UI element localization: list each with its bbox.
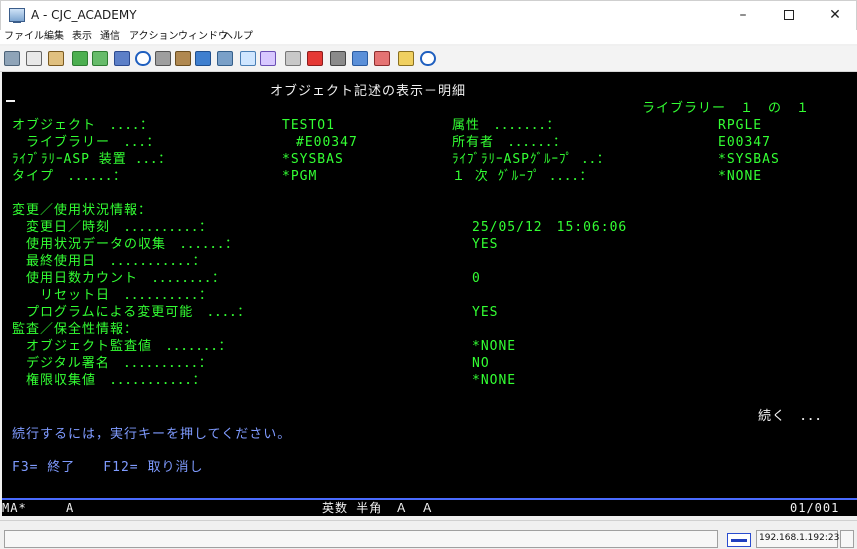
usage-section-header: 変更／使用状況情報： xyxy=(12,203,153,218)
field-value-library: #E00347 xyxy=(282,135,358,150)
stop-icon[interactable] xyxy=(330,51,346,66)
field-value-object-audit: *NONE xyxy=(472,339,517,354)
field-label-asp-group: ﾗｲﾌﾞﾗﾘｰASPｸﾞﾙｰﾌﾟ ．．： xyxy=(452,152,611,167)
status-message: 続行するには，実行キーを押してください。 xyxy=(12,427,292,442)
terminal-screen[interactable]: オブジェクト記述の表示－明細 ライブラリー １ の １ オブジェクト ．．．．：… xyxy=(2,72,857,498)
keyboard-icon[interactable] xyxy=(155,51,171,66)
send-icon[interactable] xyxy=(72,51,88,66)
field-label-reset-date: リセット日 ．．．．．．．．．．： xyxy=(12,288,214,303)
maximize-icon xyxy=(784,10,794,20)
menu-window[interactable]: ウィンドウ xyxy=(178,30,228,44)
field-value-change-datetime: 25/05/12 15:06:06 xyxy=(472,220,628,235)
menu-help[interactable]: ヘルプ xyxy=(223,30,253,44)
field-label-usage-collection: 使用状況データの収集 ．．．．．．： xyxy=(12,237,240,252)
menu-edit[interactable]: 編集 xyxy=(44,30,64,44)
box-icon[interactable] xyxy=(175,51,191,66)
field-label-days-used: 使用日数カウント ．．．．．．．．： xyxy=(12,271,227,286)
field-value-digital-signature: NO xyxy=(472,356,490,371)
status-message-area xyxy=(4,530,718,548)
image-icon[interactable] xyxy=(217,51,233,66)
status-bar: 192.168.1.192:23 xyxy=(0,520,857,549)
oia-mode: A xyxy=(66,501,75,515)
menu-file[interactable]: ファイル xyxy=(4,30,44,44)
minimize-button[interactable]: – xyxy=(720,1,766,30)
field-label-type: タイプ ．．．．．．： xyxy=(12,169,128,184)
maximize-button[interactable] xyxy=(766,1,812,30)
field-value-asp-group: *SYSBAS xyxy=(718,152,780,167)
menu-communication[interactable]: 通信 xyxy=(100,30,120,44)
field-label-object-audit: オブジェクト監査値 ．．．．．．．： xyxy=(12,339,233,354)
clock-icon[interactable] xyxy=(135,51,151,66)
field-value-primary-group: *NONE xyxy=(718,169,763,184)
field-label-asp-device: ﾗｲﾌﾞﾗﾘｰASP 装置 ．．．： xyxy=(12,152,173,167)
field-value-authority-collection: *NONE xyxy=(472,373,517,388)
menu-view[interactable]: 表示 xyxy=(72,30,92,44)
field-label-primary-group: １ 次 ｸﾞﾙｰﾌﾟ ．．．．： xyxy=(452,169,594,184)
receive-icon[interactable] xyxy=(92,51,108,66)
record-icon[interactable] xyxy=(307,51,323,66)
toolbar xyxy=(0,46,857,72)
field-label-digital-signature: デジタル署名 ．．．．．．．．．．： xyxy=(12,356,213,371)
title-bar: A - CJC_ACADEMY – ✕ xyxy=(0,0,857,30)
field-label-library: ライブラリー ．．．： xyxy=(12,135,161,150)
function-keys[interactable]: F3= 終了 F12= 取り消し xyxy=(12,460,203,476)
operator-info-area: MA* A 英数 半角 Ａ Ａ 01/001 xyxy=(2,498,857,516)
copy-icon[interactable] xyxy=(26,51,42,66)
library-page: ライブラリー １ の １ xyxy=(642,101,811,116)
field-value-object: TESTO1 xyxy=(282,118,335,133)
print-screen-icon[interactable] xyxy=(4,51,20,66)
connection-icon xyxy=(727,533,751,547)
help-icon[interactable] xyxy=(420,51,436,66)
field-label-program-changeable: プログラムによる変更可能 ．．．．： xyxy=(12,305,252,320)
screen-title: オブジェクト記述の表示－明細 xyxy=(270,84,467,99)
notes-icon[interactable] xyxy=(398,51,414,66)
field-value-program-changeable: YES xyxy=(472,305,499,320)
terminal-app-icon xyxy=(9,8,25,23)
field-value-days-used: 0 xyxy=(472,271,481,286)
oia-cursor-position: 01/001 xyxy=(790,501,840,515)
play-icon[interactable] xyxy=(352,51,368,66)
wrench-icon[interactable] xyxy=(285,51,301,66)
display-icon[interactable] xyxy=(114,51,130,66)
field-label-object: オブジェクト ．．．．： xyxy=(12,118,155,133)
field-value-usage-collection: YES xyxy=(472,237,499,252)
field-label-authority-collection: 権限収集値 ．．．．．．．．．．．： xyxy=(12,373,207,388)
close-button[interactable]: ✕ xyxy=(812,1,857,30)
field-label-owner: 所有者 ．．．．．．： xyxy=(452,135,568,150)
field-value-attribute: RPGLE xyxy=(718,118,763,133)
oia-status: MA* xyxy=(2,501,27,515)
host-address: 192.168.1.192:23 xyxy=(759,533,840,543)
menu-bar: ファイル 編集 表示 通信 アクション ウィンドウ ヘルプ xyxy=(0,30,857,44)
more-indicator: 続く ．．． xyxy=(758,409,830,424)
field-label-last-used: 最終使用日 ．．．．．．．．．．．： xyxy=(12,254,207,269)
audit-section-header: 監査／保全性情報： xyxy=(12,322,139,337)
field-value-type: *PGM xyxy=(282,169,318,184)
field-value-owner: E00347 xyxy=(718,135,771,150)
record2-icon[interactable] xyxy=(374,51,390,66)
tools-icon[interactable] xyxy=(260,51,276,66)
field-label-change-datetime: 変更日／時刻 ．．．．．．．．．．： xyxy=(12,220,214,235)
text-cursor xyxy=(6,100,15,102)
field-label-attribute: 属性 ．．．．．．．： xyxy=(452,118,561,133)
field-value-asp-device: *SYSBAS xyxy=(282,152,344,167)
oia-input-mode: 英数 半角 Ａ Ａ xyxy=(322,501,435,515)
window-title: A - CJC_ACADEMY xyxy=(31,8,137,22)
paste-icon[interactable] xyxy=(48,51,64,66)
macro-icon[interactable] xyxy=(195,51,211,66)
resize-grip-icon[interactable] xyxy=(840,530,854,548)
grid-icon[interactable] xyxy=(240,51,256,66)
menu-action[interactable]: アクション xyxy=(129,30,179,44)
